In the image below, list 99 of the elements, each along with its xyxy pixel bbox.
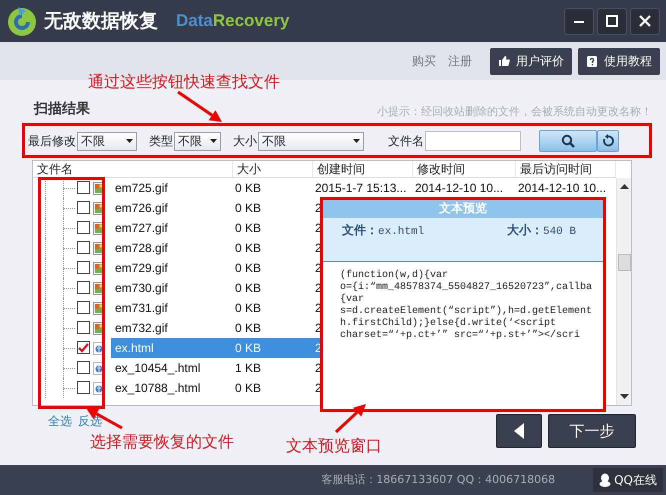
file-row[interactable]: em725.gif 0 KB 2015-1-7 15:13... 2014-12-10 10... 2014-12-10 10... — [111, 178, 614, 198]
file-size: 0 KB — [234, 340, 262, 357]
checkbox[interactable] — [77, 321, 90, 334]
file-name: ex.html — [114, 340, 155, 357]
filter-label: 文件名 — [388, 133, 424, 150]
modified-time: 2014-12-10 10... — [414, 180, 504, 197]
code-line: {var — [340, 294, 366, 306]
filter-label: 大小 — [233, 133, 257, 150]
checkbox[interactable] — [77, 381, 90, 394]
selection-link[interactable]: 全选 — [48, 412, 72, 430]
checkbox[interactable] — [77, 361, 90, 374]
refresh-icon — [601, 134, 615, 148]
filter-dropdown[interactable]: 不限 — [77, 132, 137, 150]
file-name: em728.gif — [114, 240, 169, 257]
file-name: em731.gif — [114, 300, 169, 317]
column-header[interactable]: 大小 — [233, 161, 313, 177]
toolbar-link[interactable]: 注册 — [448, 52, 472, 70]
file-size: 0 KB — [234, 380, 262, 397]
annotation-label: 选择需要恢复的文件 — [90, 431, 234, 453]
file-name: em729.gif — [114, 260, 169, 277]
caret-icon — [126, 139, 133, 143]
app-title: 无敌数据恢复 — [44, 8, 158, 34]
code-line: (function(w,d){var — [340, 270, 450, 282]
preview-info: 大小：540 B — [506, 222, 576, 240]
file-size: 1 KB — [234, 360, 262, 377]
checkbox[interactable] — [77, 221, 90, 234]
maximize-button[interactable] — [597, 8, 627, 34]
scrollbar[interactable] — [616, 178, 631, 405]
annotation-label: 文本预览窗口 — [286, 435, 382, 457]
file-size: 0 KB — [234, 300, 262, 317]
code-line: s=d.createElement(“script”),h=d.getElement — [340, 306, 594, 318]
accessed-time: 2014-12-10 10... — [517, 180, 608, 197]
scroll-down-icon[interactable] — [620, 394, 628, 400]
file-size: 0 KB — [234, 260, 262, 277]
annotation-arrow — [334, 404, 366, 434]
toolbar-button[interactable]: 使用教程 — [578, 48, 660, 74]
minimize-icon — [574, 21, 584, 23]
column-header[interactable]: 创建时间 — [313, 161, 413, 177]
created-time: 2015-1-7 15:13... — [314, 180, 408, 197]
section-title: 扫描结果 — [34, 100, 90, 119]
column-header[interactable]: 修改时间 — [413, 161, 516, 177]
column-header[interactable]: 最后访问时间 — [516, 161, 616, 177]
checkbox[interactable] — [77, 181, 90, 194]
file-name: em730.gif — [114, 280, 169, 297]
code-line: h.firstChild);}else{d.write(‘<script — [340, 318, 558, 330]
search-button[interactable] — [539, 130, 597, 152]
toolbar-button[interactable]: 用户评价 — [490, 48, 572, 74]
back-button[interactable] — [496, 414, 542, 448]
scroll-up-icon[interactable] — [620, 184, 628, 190]
caret-icon — [210, 139, 217, 143]
checkbox[interactable] — [77, 261, 90, 274]
file-size: 0 KB — [234, 200, 262, 217]
filter-dropdown[interactable]: 不限 — [174, 132, 221, 150]
next-button[interactable]: 下一步 — [548, 414, 636, 448]
filter-label: 类型 — [149, 133, 173, 150]
person-icon — [599, 473, 612, 487]
filter-label: 最后修改 — [28, 133, 76, 150]
code-line: o={i:“mm_48578374_5504827_16520723”,callba — [340, 282, 594, 294]
contact-text: 客服电话：18667133607 QQ：4006718068 — [321, 472, 556, 488]
checkbox[interactable] — [77, 281, 90, 294]
file-name: em725.gif — [114, 180, 169, 197]
code-line: charset=“‘+p.ct+’” src=“‘+p.st+’”></scri — [340, 330, 582, 342]
file-name: ex_10454_.html — [114, 360, 202, 377]
checkbox[interactable] — [77, 341, 90, 354]
checkbox[interactable] — [77, 301, 90, 314]
file-name: ex_10788_.html — [114, 380, 202, 397]
toolbar-link[interactable]: 购买 — [412, 52, 436, 70]
thumbs-up-icon — [498, 55, 510, 67]
maximize-icon — [606, 15, 618, 27]
brand-word: Data — [176, 10, 213, 32]
file-size: 0 KB — [234, 280, 262, 297]
brand-word: Recovery — [212, 10, 290, 32]
help-icon — [586, 54, 598, 68]
checkbox[interactable] — [77, 201, 90, 214]
filename-field[interactable] — [425, 131, 521, 151]
file-size: 0 KB — [234, 320, 262, 337]
back-arrow-icon — [514, 423, 524, 439]
preview-info: 文件：ex.html — [342, 222, 424, 240]
close-button[interactable] — [630, 8, 660, 34]
caret-icon — [353, 139, 360, 143]
qq-online-button[interactable]: QQ在线 — [593, 468, 663, 492]
file-size: 0 KB — [234, 180, 262, 197]
file-name: em727.gif — [114, 220, 169, 237]
hint-text: 小提示：经回收站删除的文件，会被系统自动更改名称！ — [377, 104, 652, 120]
file-name: em732.gif — [114, 320, 169, 337]
close-icon — [638, 14, 652, 28]
file-size: 0 KB — [234, 220, 262, 237]
file-size: 0 KB — [234, 240, 262, 257]
column-header[interactable]: 文件名 — [33, 161, 233, 177]
filter-dropdown[interactable]: 不限 — [258, 132, 364, 150]
annotation-label: 通过这些按钮快速查找文件 — [88, 71, 280, 93]
refresh-button[interactable] — [597, 130, 619, 152]
search-icon — [561, 134, 575, 148]
minimize-button[interactable] — [564, 8, 594, 34]
annotation-arrow — [177, 90, 222, 122]
checkbox[interactable] — [77, 241, 90, 254]
file-name: em726.gif — [114, 200, 169, 217]
scroll-thumb[interactable] — [618, 254, 630, 271]
logo-icon — [6, 5, 38, 37]
